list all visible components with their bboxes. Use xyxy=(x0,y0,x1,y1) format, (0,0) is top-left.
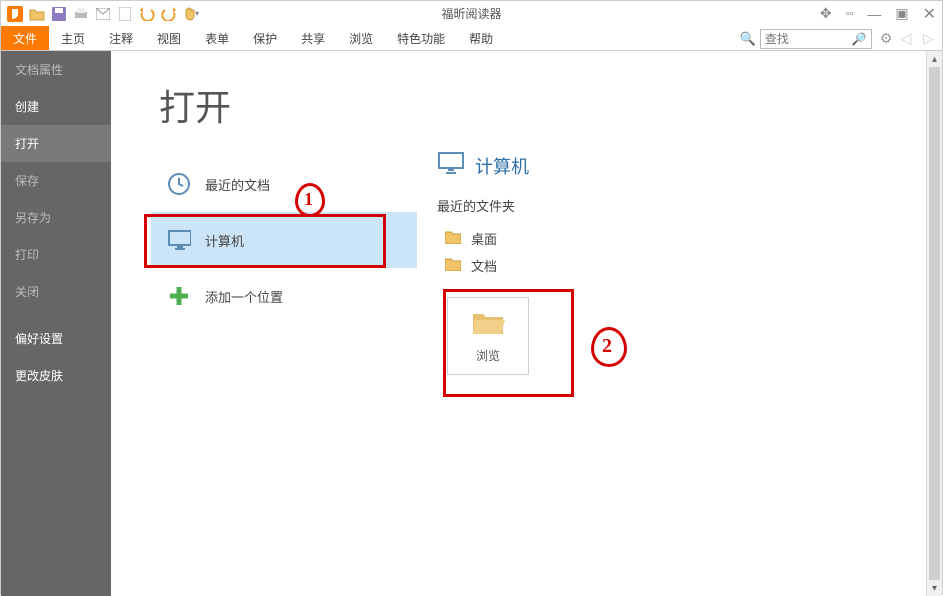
search-input[interactable] xyxy=(765,32,849,46)
ribbon-display-icon[interactable]: ▫▫ xyxy=(846,8,854,20)
vertical-scrollbar[interactable]: ▴ ▾ xyxy=(926,51,942,596)
location-recent[interactable]: 最近的文档 xyxy=(151,156,417,212)
scroll-thumb[interactable] xyxy=(929,67,940,580)
search-icon[interactable]: 🔎 xyxy=(852,32,867,46)
browse-button[interactable]: 浏览 xyxy=(447,297,529,375)
pin-icon[interactable]: ✥ xyxy=(820,5,832,22)
hand-icon[interactable]: ▾ xyxy=(183,6,199,22)
sidebar-item-preferences[interactable]: 偏好设置 xyxy=(1,320,111,357)
open-icon[interactable] xyxy=(29,6,45,22)
tab-special[interactable]: 特色功能 xyxy=(385,26,457,50)
browse-label: 浏览 xyxy=(476,347,500,364)
gear-icon[interactable]: ⚙ xyxy=(880,30,893,47)
sidebar-item-properties[interactable]: 文档属性 xyxy=(1,51,111,88)
tab-home[interactable]: 主页 xyxy=(49,26,97,50)
folder-label: 桌面 xyxy=(471,229,497,248)
sidebar-item-saveas[interactable]: 另存为 xyxy=(1,199,111,236)
backstage-sidebar: 文档属性 创建 打开 保存 另存为 打印 关闭 偏好设置 更改皮肤 xyxy=(1,51,111,596)
locations-column: 最近的文档 计算机 添加一个位置 xyxy=(111,51,417,596)
tab-view[interactable]: 视图 xyxy=(145,26,193,50)
sidebar-item-save[interactable]: 保存 xyxy=(1,162,111,199)
search-box[interactable]: 🔎 xyxy=(760,29,872,49)
window-controls: ✥ ▫▫ ― ▣ ✕ xyxy=(820,1,936,26)
print-icon[interactable] xyxy=(73,6,89,22)
folder-icon xyxy=(445,230,461,247)
nav-next-icon[interactable]: ▷ xyxy=(919,30,938,47)
folder-label: 文档 xyxy=(471,256,497,275)
sidebar-item-close[interactable]: 关闭 xyxy=(1,273,111,310)
minimize-icon[interactable]: ― xyxy=(867,6,881,22)
restore-icon[interactable]: ▣ xyxy=(895,5,908,22)
close-icon[interactable]: ✕ xyxy=(923,4,936,24)
backstage: 文档属性 创建 打开 保存 另存为 打印 关闭 偏好设置 更改皮肤 打开 最近的… xyxy=(1,51,942,596)
quick-access-toolbar: ▾ xyxy=(1,6,199,22)
tab-browse[interactable]: 浏览 xyxy=(337,26,385,50)
tab-form[interactable]: 表单 xyxy=(193,26,241,50)
details-title: 计算机 xyxy=(437,151,942,180)
location-label: 添加一个位置 xyxy=(205,287,283,306)
scroll-up-icon[interactable]: ▴ xyxy=(927,51,942,67)
folder-open-icon xyxy=(471,308,505,341)
tab-help[interactable]: 帮助 xyxy=(457,26,505,50)
location-computer[interactable]: 计算机 xyxy=(151,212,417,268)
app-logo-icon xyxy=(7,6,23,22)
clock-icon xyxy=(167,172,191,196)
sidebar-item-print[interactable]: 打印 xyxy=(1,236,111,273)
sidebar-item-skin[interactable]: 更改皮肤 xyxy=(1,357,111,394)
app-title: 福昕阅读器 xyxy=(441,5,501,22)
page-title: 打开 xyxy=(159,79,231,131)
recent-folders-label: 最近的文件夹 xyxy=(437,196,942,215)
location-label: 计算机 xyxy=(205,231,244,250)
scroll-down-icon[interactable]: ▾ xyxy=(927,580,942,596)
title-bar: ▾ 福昕阅读器 ✥ ▫▫ ― ▣ ✕ xyxy=(1,1,942,26)
folder-row-documents[interactable]: 文档 xyxy=(437,252,942,279)
location-add[interactable]: 添加一个位置 xyxy=(151,268,417,324)
redo-icon[interactable] xyxy=(161,6,177,22)
folder-icon xyxy=(445,257,461,274)
email-icon[interactable] xyxy=(95,6,111,22)
options-icon[interactable] xyxy=(117,6,133,22)
tab-file[interactable]: 文件 xyxy=(1,26,49,50)
save-icon[interactable] xyxy=(51,6,67,22)
computer-icon xyxy=(167,228,191,252)
computer-icon xyxy=(437,151,465,180)
ribbon-tabs: 文件 主页 注释 视图 表单 保护 共享 浏览 特色功能 帮助 🔍 🔎 ⚙ ◁ … xyxy=(1,26,942,51)
location-label: 最近的文档 xyxy=(205,175,270,194)
find-folder-icon[interactable]: 🔍 xyxy=(740,31,756,47)
sidebar-item-create[interactable]: 创建 xyxy=(1,88,111,125)
tab-comment[interactable]: 注释 xyxy=(97,26,145,50)
details-title-text: 计算机 xyxy=(475,153,529,179)
nav-prev-icon[interactable]: ◁ xyxy=(896,30,915,47)
undo-icon[interactable] xyxy=(139,6,155,22)
tab-share[interactable]: 共享 xyxy=(289,26,337,50)
plus-icon xyxy=(167,284,191,308)
backstage-content: 打开 最近的文档 计算机 添加一个位置 计算机 最近的文件夹 xyxy=(111,51,942,596)
sidebar-item-open[interactable]: 打开 xyxy=(1,125,111,162)
folder-row-desktop[interactable]: 桌面 xyxy=(437,225,942,252)
tab-protect[interactable]: 保护 xyxy=(241,26,289,50)
details-column: 计算机 最近的文件夹 桌面 文档 浏览 xyxy=(417,51,942,596)
